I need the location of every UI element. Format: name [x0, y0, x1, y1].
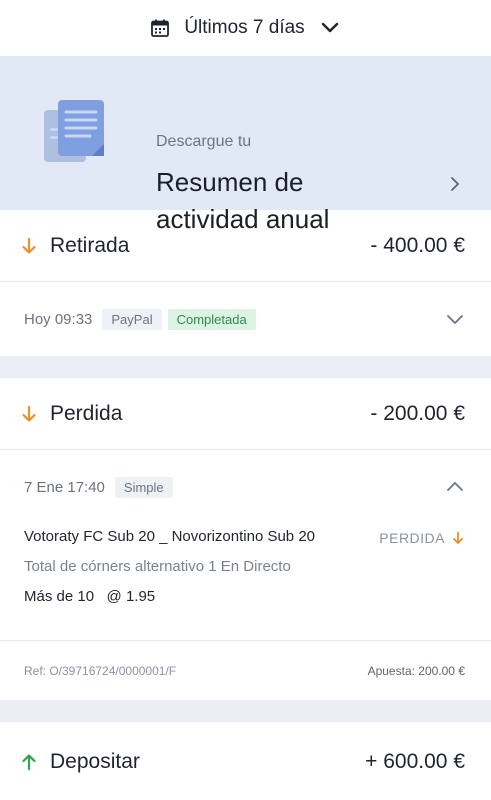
bet-result-label: PERDIDA — [379, 530, 445, 546]
transaction-header: Perdida - 200.00 € — [0, 378, 491, 450]
transaction-date: Hoy 09:33 — [24, 310, 93, 328]
transaction-type: Perdida — [50, 401, 123, 425]
bet-details: Votoraty FC Sub 20 _ Novorizontino Sub 2… — [0, 524, 491, 640]
period-label: Últimos 7 días — [184, 17, 305, 38]
arrow-up-icon — [22, 754, 36, 771]
chevron-up-icon[interactable] — [445, 477, 465, 497]
transaction-date: 7 Ene 17:40 — [24, 478, 105, 496]
bet-selection: Más de 10 @ 1.95 — [24, 588, 156, 605]
transaction-amount: - 200.00 € — [370, 401, 465, 425]
bet-market: Total de córners alternativo 1 En Direct… — [24, 558, 291, 575]
transaction-header: Depositar + 600.00 € — [0, 722, 491, 800]
arrow-down-icon — [22, 405, 36, 422]
calendar-icon — [151, 19, 170, 37]
transaction-details-row[interactable]: 7 Ene 17:40 Simple — [0, 450, 491, 524]
bet-type-badge: Simple — [114, 476, 173, 498]
transaction-amount: - 400.00 € — [370, 233, 465, 257]
document-icon — [44, 100, 104, 162]
bet-footer: Ref: O/39716724/0000001/F Apuesta: 200.0… — [0, 640, 491, 700]
transaction-amount: + 600.00 € — [365, 750, 465, 773]
transaction-card-loss[interactable]: Perdida - 200.00 € 7 Ene 17:40 Simple Vo… — [0, 378, 491, 700]
bet-reference: Ref: O/39716724/0000001/F — [24, 663, 177, 678]
chevron-down-icon[interactable] — [445, 309, 465, 329]
banner-title: Resumen de actividad anual — [156, 167, 330, 234]
chevron-right-icon — [451, 177, 459, 191]
bet-stake: Apuesta: 200.00 € — [367, 663, 465, 678]
arrow-down-icon — [453, 531, 463, 544]
status-badge: Completada — [167, 308, 256, 330]
period-selector[interactable]: Últimos 7 días — [0, 0, 491, 56]
transaction-type: Depositar — [50, 750, 140, 773]
section-gap — [0, 356, 491, 378]
payment-method-badge: PayPal — [102, 308, 162, 330]
transaction-card-deposit[interactable]: Depositar + 600.00 € — [0, 722, 491, 800]
chevron-down-icon — [321, 22, 338, 33]
transaction-details-row[interactable]: Hoy 09:33 PayPal Completada — [0, 282, 491, 356]
section-gap — [0, 700, 491, 722]
banner-kicker: Descargue tu — [156, 133, 252, 150]
bet-result: PERDIDA — [379, 530, 465, 546]
arrow-down-icon — [22, 237, 36, 254]
annual-summary-banner[interactable]: Descargue tu Resumen de actividad anual — [0, 56, 491, 234]
bet-match: Votoraty FC Sub 20 _ Novorizontino Sub 2… — [24, 528, 316, 545]
